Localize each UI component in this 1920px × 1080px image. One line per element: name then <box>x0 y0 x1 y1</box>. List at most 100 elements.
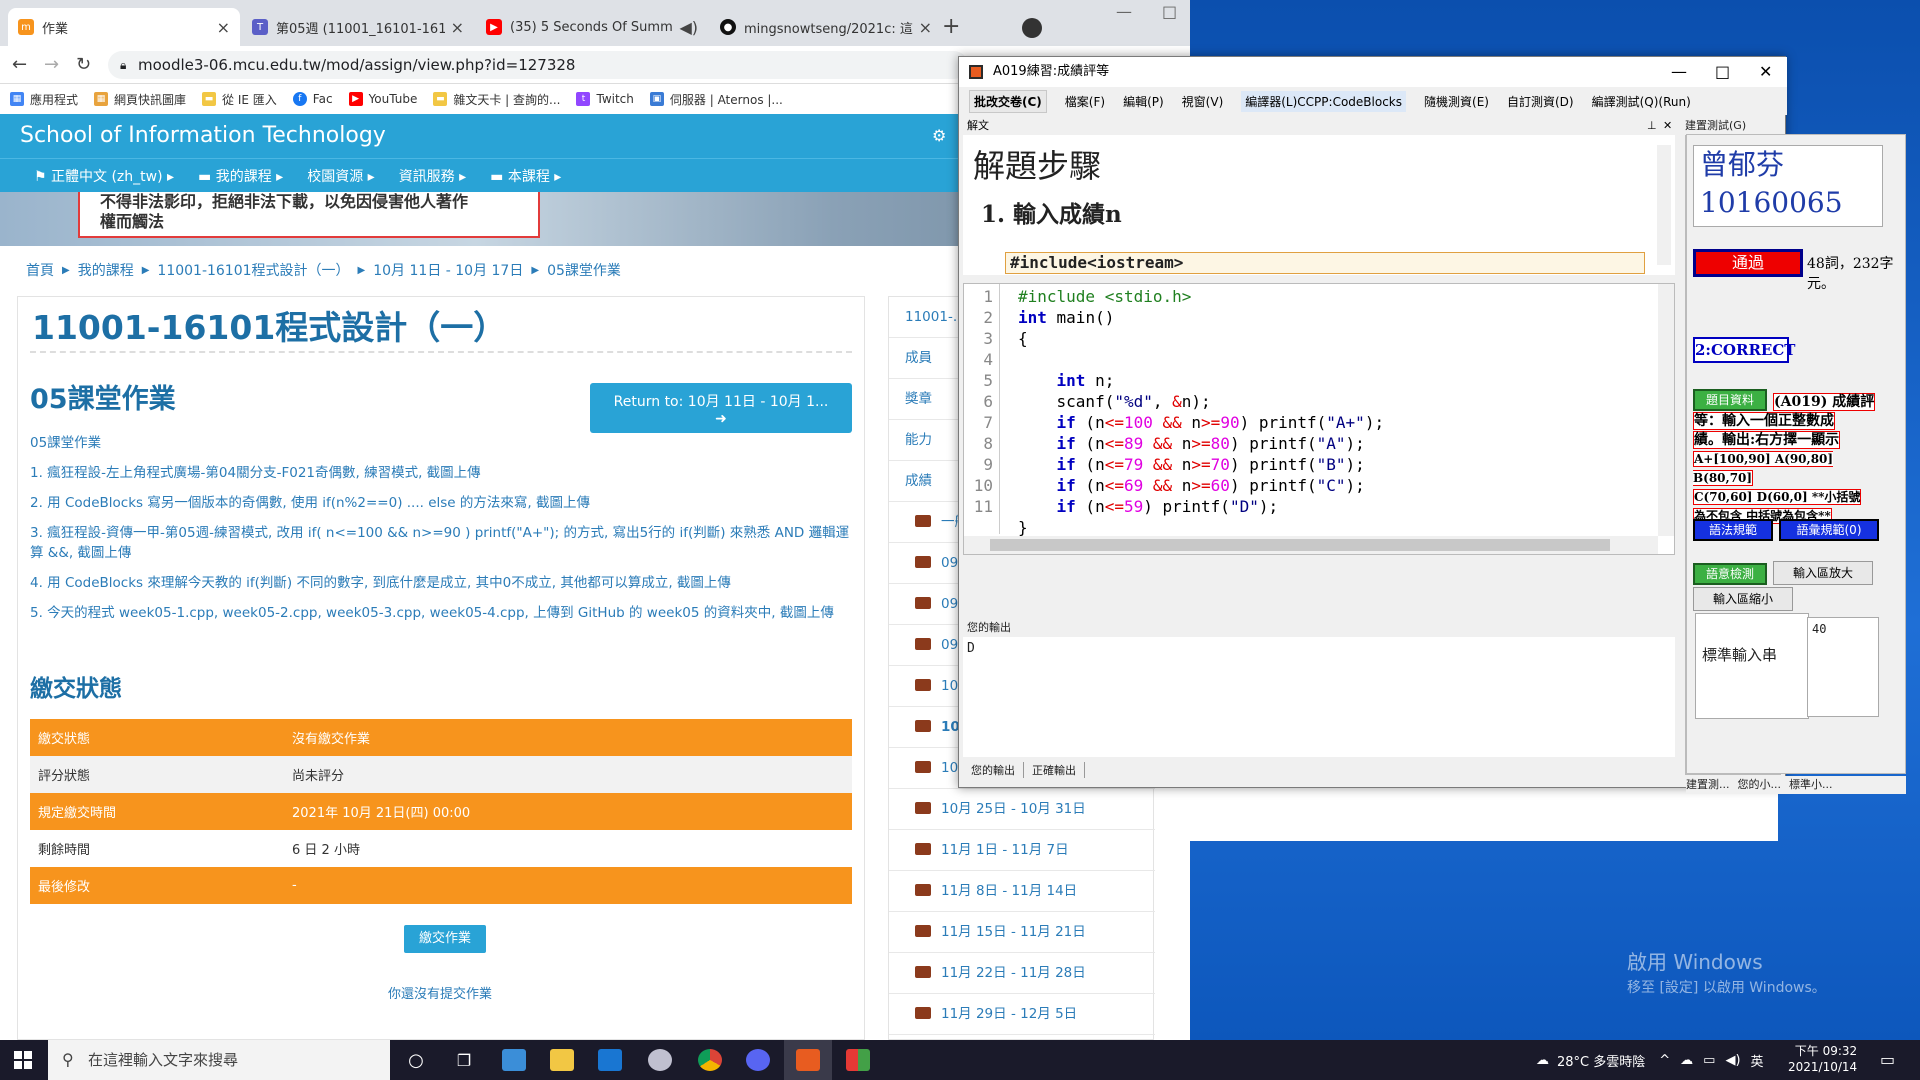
chevron-up-icon[interactable]: ^ <box>1659 1053 1670 1068</box>
tab-assignment[interactable]: m 作業 × <box>8 8 240 46</box>
stdin-input[interactable]: 40 <box>1807 617 1879 717</box>
mail-icon[interactable] <box>586 1040 634 1080</box>
nav-item-folder[interactable]: 11月 8日 - 11月 14日 <box>889 871 1155 912</box>
menu-this-course[interactable]: ▬ 本課程 ▸ <box>490 166 561 186</box>
profile-icon[interactable] <box>1022 18 1042 38</box>
menu-file[interactable]: 檔案(F) <box>1065 93 1105 110</box>
nav-item-folder[interactable]: 11月 29日 - 12月 5日 <box>889 994 1155 1035</box>
tab-github[interactable]: ● mingsnowtseng/2021c: 這是 × <box>710 8 942 46</box>
bookmark-apps[interactable]: ▦ 應用程式 <box>10 91 78 108</box>
menu-language[interactable]: ⚑ 正體中文 (zh_tw) ▸ <box>34 166 174 186</box>
desc-line: 05課堂作業 <box>30 435 102 451</box>
task-view-icon[interactable]: ❐ <box>440 1040 488 1080</box>
tab-standard-small[interactable]: 標準小... <box>1789 776 1833 794</box>
tab-correct-output[interactable]: 正確輸出 <box>1024 762 1085 778</box>
back-arrow-icon[interactable]: ← <box>12 54 27 75</box>
menu-custom-test[interactable]: 自訂測資(D) <box>1507 93 1574 110</box>
bookmark-ie[interactable]: ▬ 從 IE 匯入 <box>202 91 277 108</box>
menu-submit[interactable]: 批改交卷(C) <box>969 89 1047 113</box>
menu-compile-run[interactable]: 編譯測試(Q)(Run) <box>1592 93 1691 110</box>
site-name[interactable]: School of Information Technology <box>20 123 386 148</box>
bookmark-misc[interactable]: ▬ 雜文天卡 | 查詢的... <box>433 91 560 108</box>
enlarge-input-button[interactable]: 輸入區放大 <box>1773 561 1873 585</box>
bookmark-twitch[interactable]: t Twitch <box>576 92 634 106</box>
cloud-icon[interactable]: ☁ <box>1680 1053 1693 1068</box>
chrome-icon[interactable] <box>686 1040 734 1080</box>
reload-icon[interactable]: ↻ <box>76 54 91 75</box>
breadcrumb-home[interactable]: 首頁 <box>26 260 54 280</box>
network-icon[interactable]: ▭ <box>1703 1053 1715 1068</box>
a019-taskbar-icon[interactable] <box>784 1040 832 1080</box>
breadcrumb-my-courses[interactable]: 我的課程 <box>78 260 134 280</box>
minimize-icon[interactable]: — <box>1671 57 1687 87</box>
forward-arrow-icon[interactable]: → <box>44 54 59 75</box>
bookmark-gallery[interactable]: ▦ 網頁快訊圖庫 <box>94 91 186 108</box>
nav-item-folder[interactable]: 11月 15日 - 11月 21日 <box>889 912 1155 953</box>
nav-item-folder[interactable]: 11月 22日 - 11月 28日 <box>889 953 1155 994</box>
syntax-rules-button[interactable]: 語法規範 <box>1693 519 1773 541</box>
breadcrumb-week[interactable]: 10月 11日 - 10月 17日 <box>373 260 523 280</box>
ime-indicator[interactable]: 英 <box>1751 1051 1764 1070</box>
menu-edit[interactable]: 編輯(P) <box>1123 93 1164 110</box>
submit-assignment-button[interactable]: 繳交作業 <box>404 925 486 953</box>
menu-campus[interactable]: 校園資源 ▸ <box>307 166 374 186</box>
breadcrumb-course[interactable]: 11001-16101程式設計（一） <box>157 260 349 280</box>
taskbar-clock[interactable]: 下午 09:32 2021/10/14 <box>1788 1043 1857 1075</box>
discord-icon[interactable] <box>734 1040 782 1080</box>
close-tab-icon[interactable]: × <box>451 18 464 37</box>
lexical-rules-button[interactable]: 語彙規範(0) <box>1779 519 1879 541</box>
notification-icon[interactable]: ▭ <box>1880 1050 1895 1069</box>
main-content-card: 11001-16101程式設計（一） 05課堂作業 Return to: 10月… <box>17 296 865 1040</box>
bookmark-facebook[interactable]: f Fac <box>292 92 333 106</box>
menu-services[interactable]: 資訊服務 ▸ <box>399 166 466 186</box>
nav-item-folder[interactable]: 10月 25日 - 10月 31日 <box>889 789 1155 830</box>
maximize-icon[interactable]: □ <box>1162 2 1177 21</box>
menu-my-courses[interactable]: ▬ 我的課程 ▸ <box>198 166 283 186</box>
return-to-section-button[interactable]: Return to: 10月 11日 - 10月 1... ➜ <box>590 383 852 433</box>
breadcrumb-assignment[interactable]: 05課堂作業 <box>547 260 621 280</box>
taskbar-search-box[interactable]: ⚲ 在這裡輸入文字來搜尋 <box>48 1040 390 1080</box>
pass-status-button[interactable]: 通過 <box>1693 249 1803 277</box>
file-explorer-icon[interactable] <box>538 1040 586 1080</box>
shrink-input-button[interactable]: 輸入區縮小 <box>1693 587 1793 611</box>
output-pane: D <box>963 637 1675 757</box>
scrollbar-thumb[interactable] <box>990 539 1610 551</box>
menu-window[interactable]: 視窗(V) <box>1182 93 1224 110</box>
horizontal-scrollbar[interactable] <box>964 536 1658 554</box>
nav-item-folder[interactable]: 11月 1日 - 11月 7日 <box>889 830 1155 871</box>
taskbar-app-icon[interactable] <box>490 1040 538 1080</box>
weather-icon[interactable]: ☁ <box>1536 1053 1549 1068</box>
maximize-icon[interactable]: □ <box>1715 57 1730 87</box>
code-editor[interactable]: 1 2 3 4 5 6 7 8 9 10 11 #include <stdio.… <box>963 283 1675 555</box>
code-content[interactable]: #include <stdio.h> int main() { int n; s… <box>1018 286 1384 538</box>
tab-your-small[interactable]: 您的小... <box>1738 776 1782 794</box>
correct-status: 2:CORRECT <box>1693 337 1795 363</box>
new-tab-plus-icon[interactable]: + <box>942 14 960 39</box>
tab-your-output[interactable]: 您的輸出 <box>963 762 1024 778</box>
close-tab-icon[interactable]: × <box>217 18 230 37</box>
close-icon[interactable]: ✕ <box>1663 117 1672 135</box>
taskbar-app-icon[interactable] <box>636 1040 684 1080</box>
menu-compiler[interactable]: 編譯器(L)CCPP:CodeBlocks <box>1241 90 1407 112</box>
tab-teams[interactable]: T 第05週 (11001_16101-16111 × <box>242 8 474 46</box>
bookmark-youtube[interactable]: ▶ YouTube <box>348 92 417 106</box>
taskbar-app-icon[interactable] <box>834 1040 882 1080</box>
pin-icon[interactable]: ⊥ <box>1647 117 1657 135</box>
minimize-icon[interactable]: — <box>1116 2 1132 21</box>
tab-youtube[interactable]: ▶ (35) 5 Seconds Of Summ ◀) <box>476 8 708 46</box>
settings-gear-icon[interactable]: ⚙ <box>932 126 946 145</box>
weather-text[interactable]: 28°C 多雲時陰 <box>1557 1051 1645 1070</box>
volume-icon[interactable]: ◀) <box>1725 1053 1740 1068</box>
menu-random-test[interactable]: 隨機測資(E) <box>1424 93 1489 110</box>
vertical-scrollbar[interactable] <box>1658 284 1674 536</box>
cortana-icon[interactable]: ○ <box>392 1040 440 1080</box>
bookmark-aternos[interactable]: ▣ 伺服器 | Aternos |... <box>649 91 783 108</box>
tab-build-test[interactable]: 建置測... <box>1686 776 1730 794</box>
vertical-scrollbar[interactable] <box>1657 145 1671 265</box>
semantic-check-button[interactable]: 語意檢測 <box>1693 563 1767 585</box>
speaker-icon[interactable]: ◀) <box>679 18 698 37</box>
close-icon[interactable]: ✕ <box>1759 57 1772 87</box>
windows-start-icon[interactable] <box>14 1051 32 1069</box>
address-bar[interactable]: 🔒︎ moodle3-06.mcu.edu.tw/mod/assign/view… <box>108 51 968 79</box>
close-tab-icon[interactable]: × <box>919 18 932 37</box>
